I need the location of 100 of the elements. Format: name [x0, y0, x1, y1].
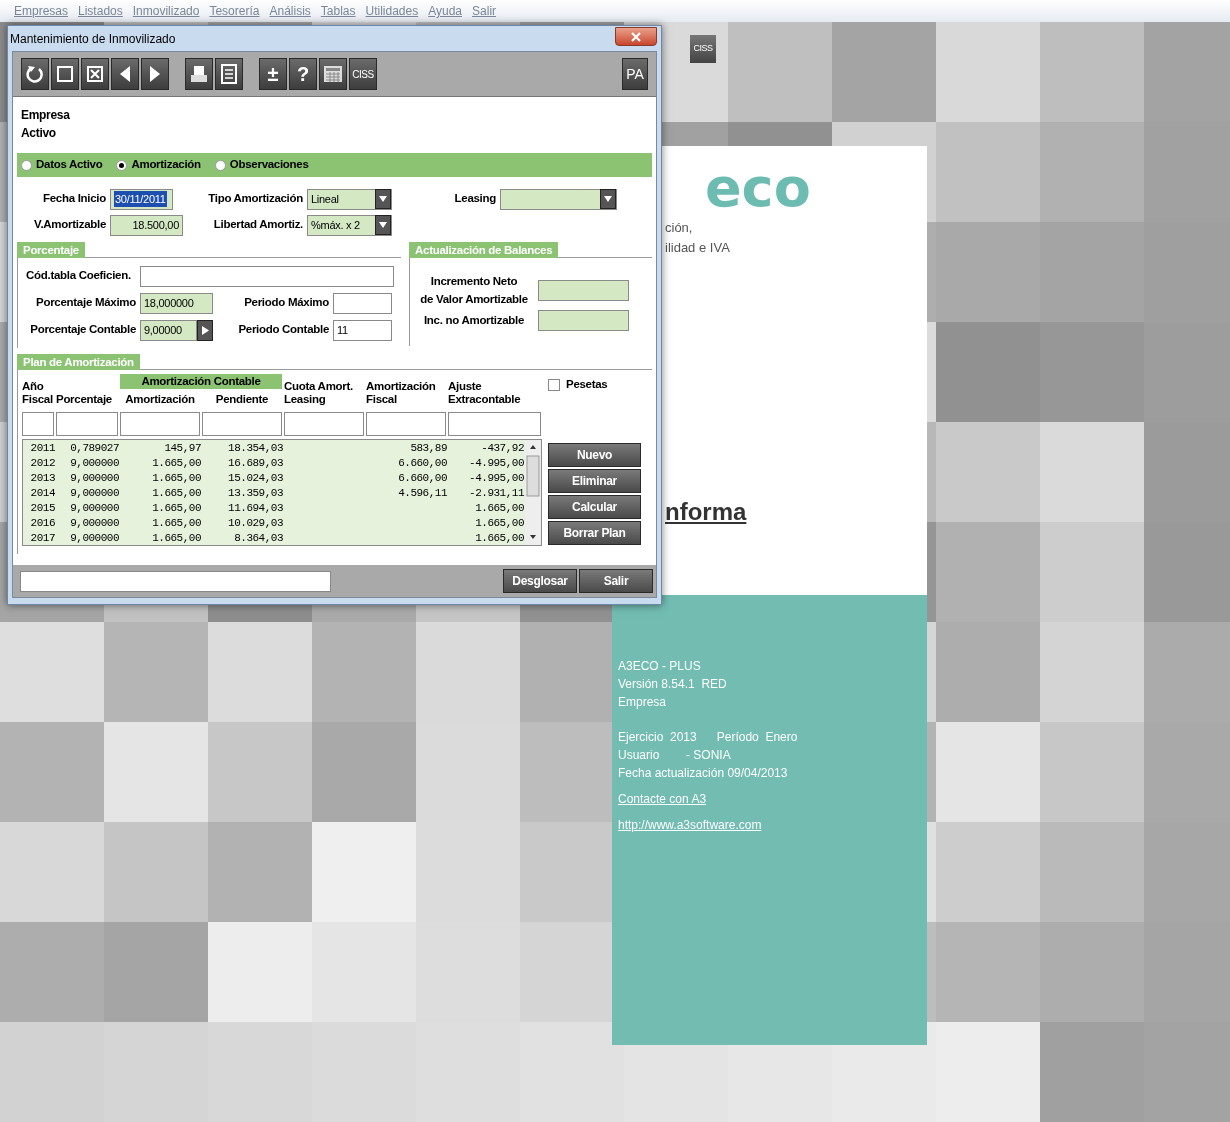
- input-field[interactable]: [538, 279, 629, 301]
- action-button[interactable]: Calcular: [548, 495, 641, 520]
- document-icon: [220, 64, 238, 84]
- table-cell: -4.995,00: [469, 456, 524, 471]
- profile-button[interactable]: PA: [622, 58, 648, 90]
- help-button[interactable]: ?: [289, 58, 317, 90]
- delete-button[interactable]: [81, 58, 109, 90]
- print-button[interactable]: [185, 58, 213, 90]
- table-cell: 6.660,00: [398, 471, 447, 486]
- field-label: Porcentaje Máximo: [35, 295, 137, 311]
- menu-item[interactable]: Inmovilizado: [132, 2, 200, 20]
- action-button[interactable]: Nuevo: [548, 443, 641, 468]
- filter-field[interactable]: [284, 412, 364, 436]
- table-cell: 6.660,00: [398, 456, 447, 471]
- table-cell: 9,000000: [70, 486, 119, 501]
- menu-item[interactable]: Utilidades: [365, 2, 419, 20]
- calculator-icon: [323, 64, 343, 84]
- table-cell: 583,89: [410, 441, 447, 456]
- header-label: Empresa: [21, 107, 71, 124]
- tab-radio[interactable]: Amortización: [116, 156, 201, 174]
- scrollbar[interactable]: [525, 440, 541, 545]
- list-button[interactable]: [215, 58, 243, 90]
- checkbox-label: Pesetas: [566, 377, 608, 392]
- table-cell: -437,92: [481, 441, 524, 456]
- dropdown-field[interactable]: Lineal: [307, 188, 392, 210]
- column-header: Porcentaje: [56, 393, 113, 406]
- table-cell: 9,000000: [70, 516, 119, 531]
- input-field[interactable]: [333, 292, 392, 314]
- filter-field[interactable]: [366, 412, 446, 436]
- table-cell: 1.665,00: [475, 531, 524, 546]
- filter-field[interactable]: [56, 412, 118, 436]
- input-field[interactable]: 30/11/2011: [110, 188, 173, 210]
- ciss-button[interactable]: CISS: [690, 35, 716, 63]
- table-cell: 4.596,11: [398, 486, 447, 501]
- filter-field[interactable]: [448, 412, 541, 436]
- menu-item[interactable]: Ayuda: [428, 2, 463, 20]
- action-button[interactable]: Desglosar: [503, 569, 577, 593]
- table-cell: 1.665,00: [152, 456, 201, 471]
- column-header: Ajuste Extracontable: [448, 380, 522, 406]
- next-button[interactable]: [141, 58, 169, 90]
- menu-item[interactable]: Empresas: [14, 2, 69, 20]
- square-icon: [56, 65, 74, 83]
- input-field[interactable]: 9,00000: [140, 319, 197, 341]
- table-cell: 2016: [30, 516, 55, 531]
- table-cell: 9,000000: [70, 501, 119, 516]
- session-line: Fecha actualización 09/04/2013: [618, 765, 789, 782]
- filter-field[interactable]: [202, 412, 282, 436]
- input-field[interactable]: 11: [333, 319, 392, 341]
- close-icon: [631, 31, 641, 42]
- field-label: Periodo Máximo: [243, 295, 330, 311]
- filter-field[interactable]: [22, 412, 54, 436]
- action-button[interactable]: Eliminar: [548, 469, 641, 494]
- input-field[interactable]: 18,000000: [140, 292, 213, 314]
- menu-item[interactable]: Salir: [472, 2, 497, 20]
- table-cell: 9,000000: [70, 456, 119, 471]
- plus-minus-button[interactable]: ±: [259, 58, 287, 90]
- table-cell: 145,97: [164, 441, 201, 456]
- checkbox[interactable]: [548, 378, 560, 391]
- tab-radio[interactable]: Datos Activo: [21, 156, 103, 174]
- dropdown-field[interactable]: [500, 188, 617, 210]
- info-line: Empresa: [618, 694, 668, 711]
- group-title: Plan de Amortización: [17, 354, 140, 370]
- input-field[interactable]: [140, 265, 394, 287]
- column-group-header: Amortización Contable: [120, 374, 282, 389]
- calculator-button[interactable]: [319, 58, 347, 90]
- menu-item[interactable]: Tablas: [320, 2, 356, 20]
- dropdown-field[interactable]: %máx. x 2: [307, 214, 392, 236]
- close-button[interactable]: [615, 27, 657, 46]
- table-cell: -4.995,00: [469, 471, 524, 486]
- previous-button[interactable]: [111, 58, 139, 90]
- column-header: Cuota Amort. Leasing: [284, 380, 354, 406]
- table-cell: 2015: [30, 501, 55, 516]
- ciss-toolbar-button[interactable]: CISS: [349, 58, 377, 90]
- input-field[interactable]: 18.500,00: [110, 214, 183, 236]
- table-cell: 0,789027: [70, 441, 119, 456]
- refresh-button[interactable]: [21, 58, 49, 90]
- heading-text: nforma: [665, 497, 747, 527]
- printer-icon: [189, 64, 209, 84]
- new-button[interactable]: [51, 58, 79, 90]
- previous-icon: [118, 65, 132, 83]
- group-title: Porcentaje: [17, 242, 85, 258]
- column-header: Amortización: [124, 393, 196, 406]
- menu-item[interactable]: Tesorería: [209, 2, 260, 20]
- table-cell: 9,000000: [70, 531, 119, 546]
- action-button[interactable]: Salir: [579, 569, 653, 593]
- action-button[interactable]: Borrar Plan: [548, 521, 641, 546]
- table-cell: 16.689,03: [228, 456, 283, 471]
- menu-item[interactable]: Análisis: [269, 2, 311, 20]
- table-cell: 18.354,03: [228, 441, 283, 456]
- tab-radio[interactable]: Observaciones: [214, 156, 309, 174]
- input-field[interactable]: [538, 310, 629, 331]
- menu-item[interactable]: Listados: [78, 2, 123, 20]
- field-label: V.Amortizable: [33, 217, 107, 233]
- table-cell: 1.665,00: [475, 501, 524, 516]
- field-label: Inc. no Amortizable: [422, 312, 526, 328]
- table-cell: 15.024,03: [228, 471, 283, 486]
- field-label: Cód.tabla Coeficien.: [26, 268, 132, 284]
- filter-field[interactable]: [120, 412, 200, 436]
- table-cell: 9,000000: [70, 471, 119, 486]
- table-cell: 13.359,03: [228, 486, 283, 501]
